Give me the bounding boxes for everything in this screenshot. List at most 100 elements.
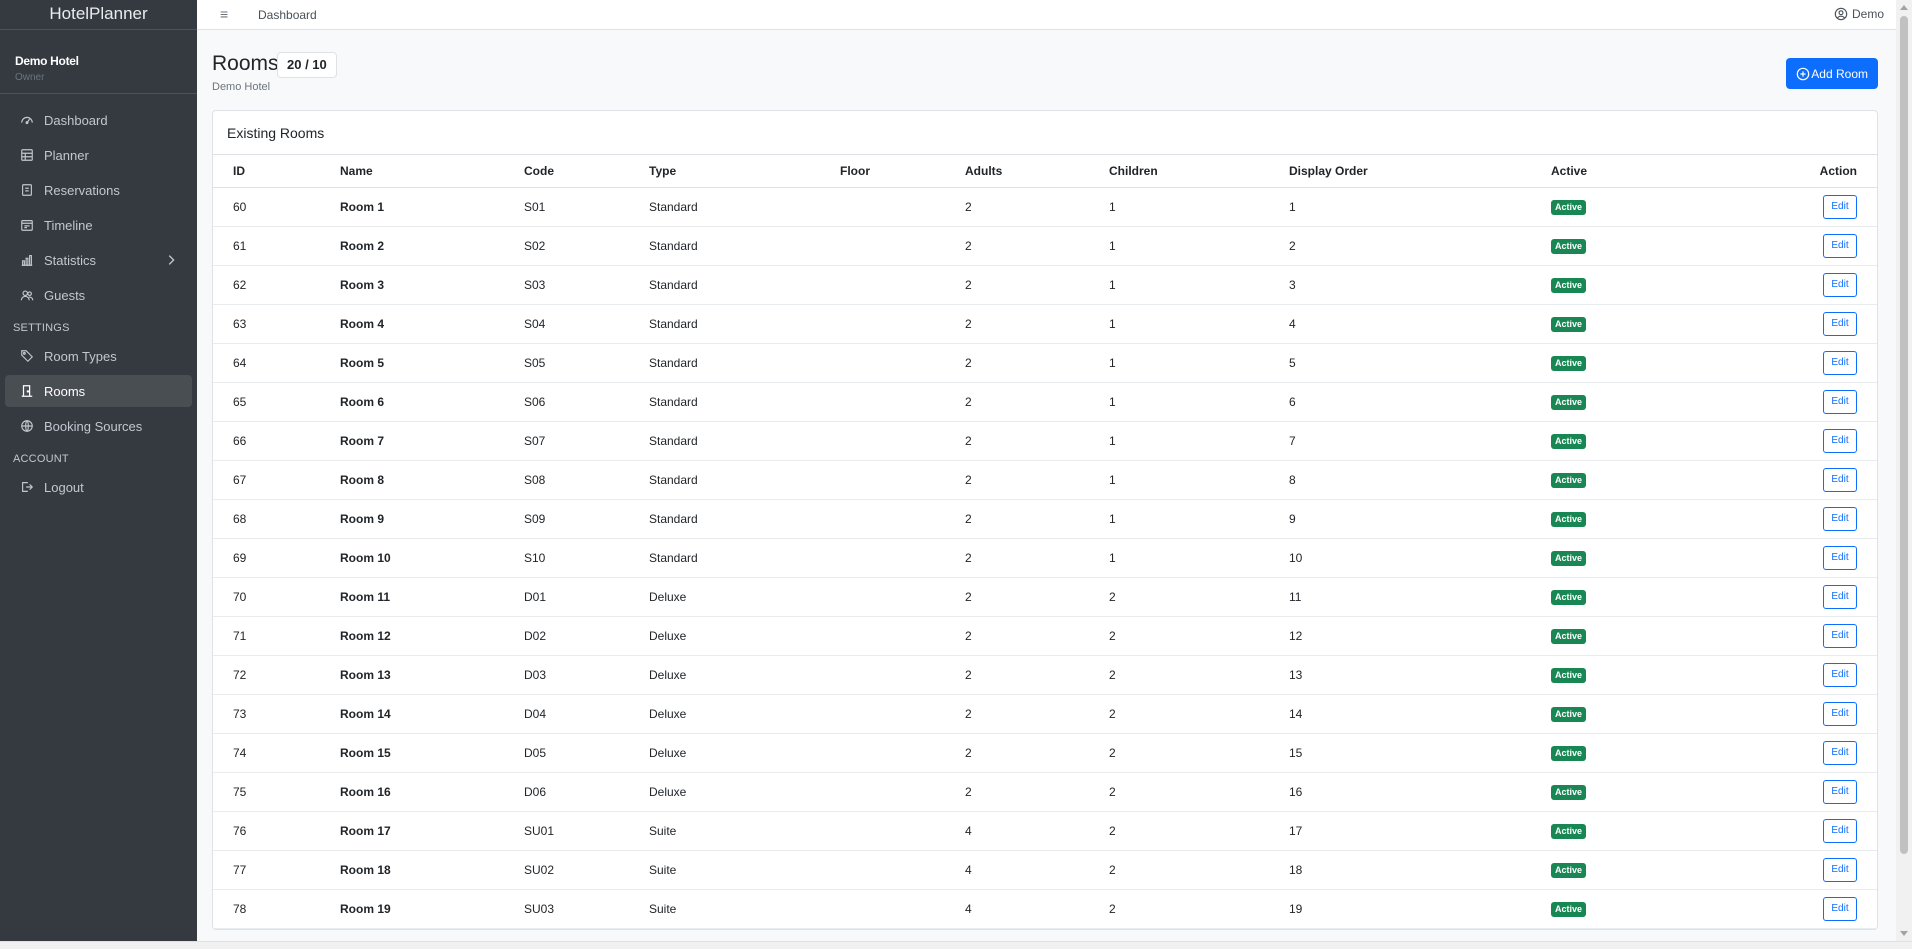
cell-type: Standard bbox=[644, 304, 835, 344]
edit-button[interactable]: Edit bbox=[1823, 350, 1857, 375]
sidebar-item-dashboard[interactable]: Dashboard bbox=[5, 104, 192, 136]
cell-type: Standard bbox=[644, 499, 835, 539]
table-row: 66 Room 7 S07 Standard 2 1 7 Active Edit bbox=[213, 421, 1877, 461]
sidebar-item-statistics[interactable]: Statistics bbox=[5, 244, 192, 276]
sidebar-item-label: Timeline bbox=[44, 217, 93, 233]
cell-action: Edit bbox=[1716, 460, 1877, 500]
calendar-icon bbox=[21, 220, 33, 231]
cell-code: S02 bbox=[519, 226, 644, 266]
table-row: 71 Room 12 D02 Deluxe 2 2 12 Active Edit bbox=[213, 616, 1877, 656]
cell-name: Room 17 bbox=[335, 811, 519, 851]
card-title: Existing Rooms bbox=[213, 111, 1877, 155]
edit-button[interactable]: Edit bbox=[1823, 194, 1857, 219]
edit-button[interactable]: Edit bbox=[1823, 272, 1857, 297]
cell-code: S10 bbox=[519, 538, 644, 578]
brand-logo[interactable]: HotelPlanner bbox=[0, 0, 197, 30]
cell-children: 2 bbox=[1104, 733, 1284, 773]
top-navbar: ≡ Dashboard Demo bbox=[197, 0, 1896, 30]
horizontal-scrollbar[interactable] bbox=[0, 941, 1912, 949]
person-circle-icon bbox=[1834, 7, 1848, 21]
cell-code: S09 bbox=[519, 499, 644, 539]
cell-code: S06 bbox=[519, 382, 644, 422]
edit-button[interactable]: Edit bbox=[1823, 506, 1857, 531]
cell-adults: 2 bbox=[960, 538, 1104, 578]
sidebar-item-guests[interactable]: Guests bbox=[5, 279, 192, 311]
sidebar-item-booking-sources[interactable]: Booking Sources bbox=[5, 410, 192, 442]
cell-display-order: 13 bbox=[1284, 655, 1546, 695]
cell-type: Suite bbox=[644, 889, 835, 929]
sidebar-nav: Dashboard Planner Reservations Timeline … bbox=[0, 94, 197, 503]
table-row: 65 Room 6 S06 Standard 2 1 6 Active Edit bbox=[213, 382, 1877, 422]
scroll-up-arrow-icon[interactable] bbox=[1900, 5, 1908, 10]
scrollbar-thumb[interactable] bbox=[1900, 16, 1908, 854]
cell-adults: 4 bbox=[960, 811, 1104, 851]
sidebar-item-reservations[interactable]: Reservations bbox=[5, 174, 192, 206]
cell-action: Edit bbox=[1716, 538, 1877, 578]
sidebar-item-logout[interactable]: Logout bbox=[5, 471, 192, 503]
status-badge: Active bbox=[1551, 550, 1587, 566]
cell-id: 77 bbox=[213, 850, 335, 890]
cell-id: 74 bbox=[213, 733, 335, 773]
table-row: 68 Room 9 S09 Standard 2 1 9 Active Edit bbox=[213, 499, 1877, 539]
cell-type: Standard bbox=[644, 382, 835, 422]
bar-chart-icon bbox=[21, 255, 33, 266]
page-header: Rooms 20 / 10 Demo Hotel Add Room bbox=[212, 30, 1878, 110]
edit-button[interactable]: Edit bbox=[1823, 545, 1857, 570]
sidebar-item-timeline[interactable]: Timeline bbox=[5, 209, 192, 241]
cell-active: Active bbox=[1546, 889, 1716, 929]
edit-button[interactable]: Edit bbox=[1823, 779, 1857, 804]
cell-name: Room 10 bbox=[335, 538, 519, 578]
cell-children: 2 bbox=[1104, 655, 1284, 695]
edit-button[interactable]: Edit bbox=[1823, 623, 1857, 648]
sidebar-item-label: Reservations bbox=[44, 182, 120, 198]
edit-button[interactable]: Edit bbox=[1823, 740, 1857, 765]
scroll-down-arrow-icon[interactable] bbox=[1900, 931, 1908, 936]
edit-button[interactable]: Edit bbox=[1823, 857, 1857, 882]
edit-button[interactable]: Edit bbox=[1823, 662, 1857, 687]
edit-button[interactable]: Edit bbox=[1823, 389, 1857, 414]
table-row: 76 Room 17 SU01 Suite 4 2 17 Active Edit bbox=[213, 811, 1877, 851]
user-menu-label: Demo bbox=[1851, 7, 1884, 21]
sidebar-item-planner[interactable]: Planner bbox=[5, 139, 192, 171]
plus-circle-icon bbox=[1796, 67, 1810, 80]
edit-button[interactable]: Edit bbox=[1823, 584, 1857, 609]
cell-active: Active bbox=[1546, 265, 1716, 305]
sidebar-item-room-types[interactable]: Room Types bbox=[5, 340, 192, 372]
speedometer-icon bbox=[21, 116, 33, 125]
sidebar-item-label: Rooms bbox=[44, 383, 86, 399]
cell-active: Active bbox=[1546, 538, 1716, 578]
edit-button[interactable]: Edit bbox=[1823, 896, 1857, 921]
chevron-right-icon[interactable] bbox=[164, 253, 178, 267]
edit-button[interactable]: Edit bbox=[1823, 701, 1857, 726]
edit-button[interactable]: Edit bbox=[1823, 311, 1857, 336]
people-icon bbox=[20, 290, 34, 301]
cell-display-order: 2 bbox=[1284, 226, 1546, 266]
breadcrumb[interactable]: Dashboard bbox=[258, 8, 317, 22]
sidebar-item-label: Room Types bbox=[44, 348, 117, 364]
table-icon bbox=[21, 149, 33, 161]
cell-children: 1 bbox=[1104, 460, 1284, 500]
add-room-button[interactable]: Add Room bbox=[1786, 58, 1878, 89]
edit-button[interactable]: Edit bbox=[1823, 428, 1857, 453]
edit-button[interactable]: Edit bbox=[1823, 818, 1857, 843]
status-badge: Active bbox=[1551, 667, 1587, 683]
status-badge: Active bbox=[1551, 355, 1587, 371]
table-row: 63 Room 4 S04 Standard 2 1 4 Active Edit bbox=[213, 304, 1877, 344]
cell-code: D03 bbox=[519, 655, 644, 695]
menu-toggle-icon[interactable]: ≡ bbox=[220, 6, 228, 22]
cell-name: Room 6 bbox=[335, 382, 519, 422]
cell-type: Suite bbox=[644, 811, 835, 851]
add-room-label: Add Room bbox=[1811, 66, 1868, 81]
edit-button[interactable]: Edit bbox=[1823, 467, 1857, 492]
cell-active: Active bbox=[1546, 187, 1716, 227]
cell-type: Suite bbox=[644, 850, 835, 890]
cell-name: Room 18 bbox=[335, 850, 519, 890]
cell-id: 71 bbox=[213, 616, 335, 656]
sidebar-item-label: Statistics bbox=[44, 252, 97, 268]
page-title: Rooms bbox=[212, 52, 279, 75]
vertical-scrollbar[interactable] bbox=[1896, 0, 1912, 941]
cell-adults: 2 bbox=[960, 187, 1104, 227]
user-menu[interactable]: Demo bbox=[1834, 7, 1884, 21]
sidebar-item-rooms[interactable]: Rooms bbox=[5, 375, 192, 407]
edit-button[interactable]: Edit bbox=[1823, 233, 1857, 258]
